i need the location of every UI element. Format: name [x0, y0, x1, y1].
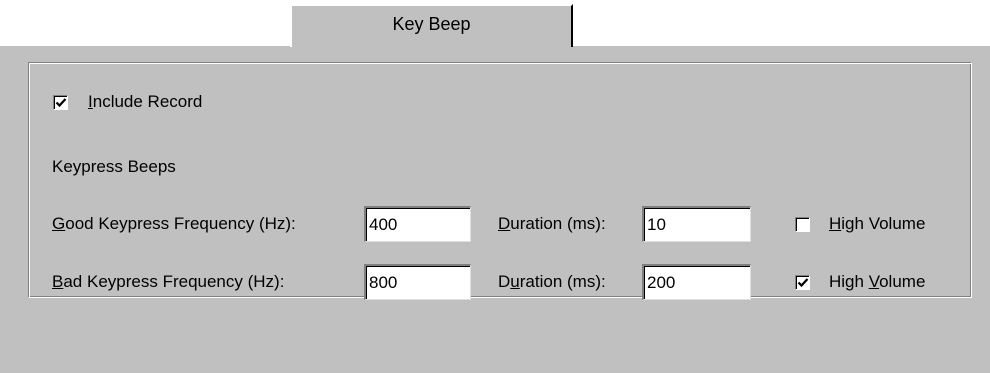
tab-page: Include Record Keypress Beeps Good Keypr… [0, 44, 990, 373]
good-high-volume-label[interactable]: High Volume [829, 214, 925, 234]
good-frequency-input[interactable] [364, 206, 471, 242]
good-high-volume-checkbox[interactable] [795, 217, 810, 232]
bad-frequency-input[interactable] [364, 264, 471, 300]
bad-duration-label: Duration (ms): [498, 272, 606, 291]
good-duration-input[interactable] [642, 206, 751, 242]
include-record-checkbox[interactable] [53, 95, 68, 110]
bad-frequency-label: Bad Keypress Frequency (Hz): [52, 272, 285, 291]
tab-label: Key Beep [392, 14, 471, 34]
checkmark-icon [55, 98, 67, 108]
keypress-beeps-label: Keypress Beeps [52, 157, 176, 176]
tab-key-beep[interactable]: Key Beep [290, 4, 573, 47]
bad-high-volume-label[interactable]: High Volume [829, 272, 925, 292]
checkmark-icon [797, 278, 809, 288]
include-record-label[interactable]: Include Record [88, 92, 202, 112]
bad-duration-input[interactable] [642, 264, 751, 300]
good-duration-label: Duration (ms): [498, 214, 606, 233]
good-frequency-label: Good Keypress Frequency (Hz): [52, 214, 296, 233]
bad-high-volume-checkbox[interactable] [795, 275, 810, 290]
